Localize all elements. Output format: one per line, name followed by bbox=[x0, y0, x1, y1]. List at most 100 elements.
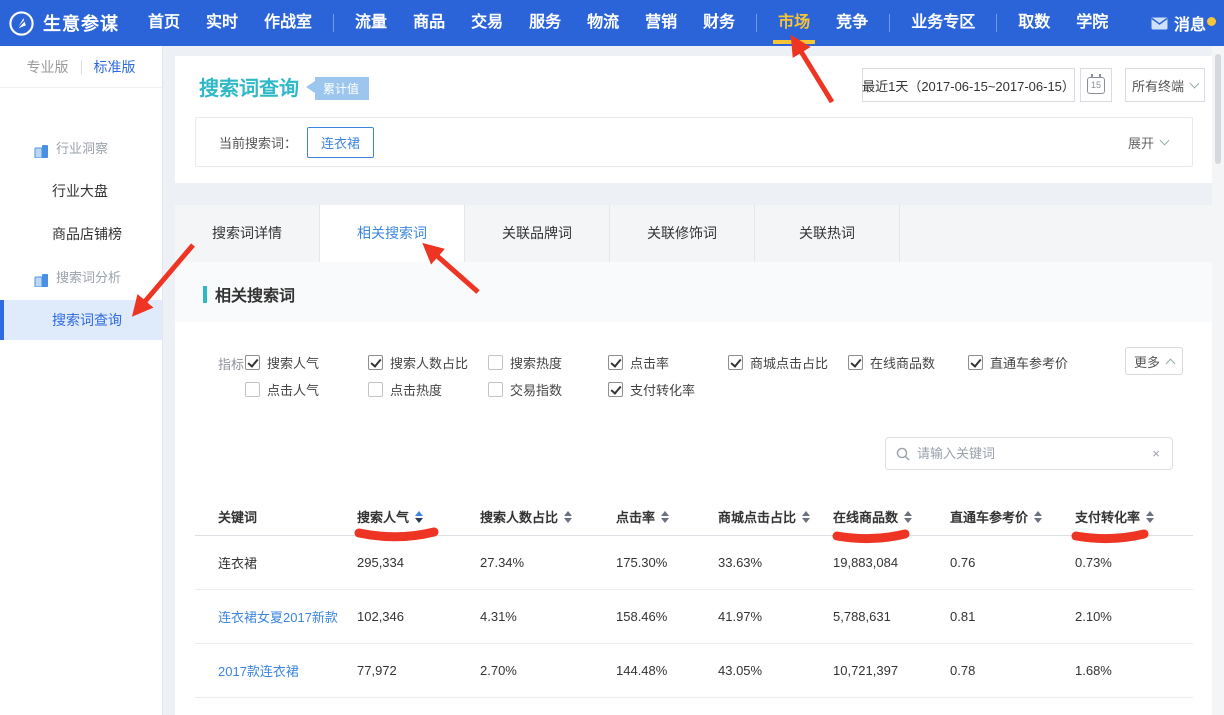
terminal-select-value: 所有终端 bbox=[1132, 76, 1184, 95]
nav-item-realtime[interactable]: 实时 bbox=[193, 0, 251, 46]
table-row: 连衣裙女夏2017新款 102,346 4.31% 158.46% 41.97%… bbox=[195, 590, 1193, 644]
keyword-link[interactable]: 2017款连衣裙 bbox=[218, 664, 299, 679]
filter-checkbox-click-heat[interactable]: 点击热度 bbox=[368, 380, 442, 398]
tab-related-search-words[interactable]: 相关搜索词 bbox=[320, 205, 465, 262]
expand-label: 展开 bbox=[1128, 133, 1154, 152]
sidebar-group-label: 搜索词分析 bbox=[56, 266, 121, 290]
sidebar-group-industry-insight: 行业洞察 bbox=[0, 137, 162, 161]
nav-divider bbox=[996, 14, 997, 32]
nav-item-data-fetch[interactable]: 取数 bbox=[1005, 0, 1063, 46]
keyword-cell: 连衣裙 bbox=[195, 553, 357, 572]
filter-checkbox-online-products[interactable]: 在线商品数 bbox=[848, 353, 935, 371]
search-icon bbox=[896, 447, 910, 461]
nav-item-market[interactable]: 市场 bbox=[765, 0, 823, 46]
keyword-link[interactable]: 连衣裙女夏2017新款 bbox=[218, 610, 338, 625]
sidebar-item-industry-overview[interactable]: 行业大盘 bbox=[0, 179, 162, 203]
value-cell: 0.78 bbox=[950, 663, 1075, 678]
filter-checkbox-search-heat[interactable]: 搜索热度 bbox=[488, 353, 562, 371]
version-tab-standard[interactable]: 标准版 bbox=[94, 57, 136, 77]
version-tab-pro[interactable]: 专业版 bbox=[27, 57, 69, 77]
value-cell: 4.31% bbox=[480, 609, 616, 624]
checkbox-label: 在线商品数 bbox=[870, 353, 935, 372]
table-header-row: 关键词 搜索人气 搜索人数占比 点击率 商城点击占比 在线商品数 直通车参考价 … bbox=[195, 498, 1193, 536]
nav-item-service[interactable]: 服务 bbox=[516, 0, 574, 46]
column-header-online-products[interactable]: 在线商品数 bbox=[833, 507, 950, 526]
filter-checkbox-click-rate[interactable]: 点击率 bbox=[608, 353, 669, 371]
filter-checkbox-mall-click-share[interactable]: 商城点击占比 bbox=[728, 353, 828, 371]
checkbox-label: 搜索热度 bbox=[510, 353, 562, 372]
nav-item-academy[interactable]: 学院 bbox=[1063, 0, 1121, 46]
nav-item-competition[interactable]: 竞争 bbox=[823, 0, 881, 46]
more-button[interactable]: 更多 bbox=[1125, 347, 1183, 375]
nav-item-goods[interactable]: 商品 bbox=[400, 0, 458, 46]
value-cell: 77,972 bbox=[357, 663, 480, 678]
expand-link[interactable]: 展开 bbox=[1128, 133, 1168, 152]
notification-dot bbox=[1207, 17, 1216, 26]
value-cell: 158.46% bbox=[616, 609, 718, 624]
clear-input-icon[interactable]: × bbox=[1150, 446, 1162, 461]
column-header-ztc-reference-price[interactable]: 直通车参考价 bbox=[950, 507, 1075, 526]
column-header-click-rate[interactable]: 点击率 bbox=[616, 507, 718, 526]
cumulative-value-badge: 累计值 bbox=[315, 77, 369, 100]
keyword-cell: 连衣裙女夏2017新款 bbox=[195, 607, 357, 626]
date-range-picker[interactable]: 最近1天（2017-06-15~2017-06-15） bbox=[862, 68, 1075, 102]
messages-button[interactable]: 消息 bbox=[1151, 11, 1224, 35]
filter-checkbox-searcher-ratio[interactable]: 搜索人数占比 bbox=[368, 353, 468, 371]
chevron-down-icon bbox=[1160, 135, 1170, 145]
section-header: 相关搜索词 bbox=[203, 282, 295, 306]
value-cell: 144.48% bbox=[616, 663, 718, 678]
checkbox-checked-icon bbox=[728, 355, 743, 370]
filter-checkbox-payment-conversion[interactable]: 支付转化率 bbox=[608, 380, 695, 398]
buildings-icon bbox=[34, 271, 49, 295]
checkbox-label: 支付转化率 bbox=[630, 380, 695, 399]
keyword-search-input[interactable] bbox=[917, 446, 1150, 461]
keyword-cell: 2017款连衣裙 bbox=[195, 661, 357, 680]
sort-icon bbox=[904, 511, 912, 523]
nav-divider bbox=[333, 14, 334, 32]
tab-related-brand-words[interactable]: 关联品牌词 bbox=[465, 205, 610, 262]
sort-icon bbox=[661, 511, 669, 523]
terminal-select[interactable]: 所有终端 bbox=[1125, 68, 1205, 102]
filter-checkbox-click-popularity[interactable]: 点击人气 bbox=[245, 380, 319, 398]
nav-item-business-zone[interactable]: 业务专区 bbox=[898, 0, 988, 46]
nav-item-logistics[interactable]: 物流 bbox=[574, 0, 632, 46]
value-cell: 0.76 bbox=[950, 555, 1075, 570]
column-header-searcher-ratio[interactable]: 搜索人数占比 bbox=[480, 507, 616, 526]
checkbox-checked-icon bbox=[245, 355, 260, 370]
value-cell: 0.73% bbox=[1075, 555, 1193, 570]
filter-checkbox-search-popularity[interactable]: 搜索人气 bbox=[245, 353, 319, 371]
nav-item-marketing[interactable]: 营销 bbox=[632, 0, 690, 46]
value-cell: 175.30% bbox=[616, 555, 718, 570]
column-header-mall-click-share[interactable]: 商城点击占比 bbox=[718, 507, 833, 526]
tab-search-word-detail[interactable]: 搜索词详情 bbox=[175, 205, 320, 262]
nav-item-home[interactable]: 首页 bbox=[135, 0, 193, 46]
value-cell: 2.70% bbox=[480, 663, 616, 678]
checkbox-label: 搜索人气 bbox=[267, 353, 319, 372]
vertical-scrollbar-track[interactable] bbox=[1212, 46, 1224, 715]
nav-item-warroom[interactable]: 作战室 bbox=[251, 0, 325, 46]
value-cell: 43.05% bbox=[718, 663, 833, 678]
tab-related-hot-words[interactable]: 关联热词 bbox=[755, 205, 900, 262]
checkbox-label: 点击人气 bbox=[267, 380, 319, 399]
brand-logo[interactable]: 生意参谋 bbox=[0, 10, 135, 37]
app-window: 生意参谋 首页 实时 作战室 流量 商品 交易 服务 物流 营销 财务 市场 竞… bbox=[0, 0, 1224, 715]
sidebar-item-label: 搜索词查询 bbox=[52, 300, 122, 340]
checkbox-label: 点击率 bbox=[630, 353, 669, 372]
version-tab-divider bbox=[81, 60, 82, 74]
vertical-scrollbar-thumb[interactable] bbox=[1215, 54, 1221, 164]
sidebar-item-product-shop-rank[interactable]: 商品店铺榜 bbox=[0, 222, 162, 246]
sidebar-item-search-word-query[interactable]: 搜索词查询 bbox=[0, 300, 162, 340]
column-header-payment-conversion[interactable]: 支付转化率 bbox=[1075, 507, 1193, 526]
tab-related-modifier-words[interactable]: 关联修饰词 bbox=[610, 205, 755, 262]
checkbox-label: 商城点击占比 bbox=[750, 353, 828, 372]
filter-checkbox-ztc-reference-price[interactable]: 直通车参考价 bbox=[968, 353, 1068, 371]
filter-checkbox-trade-index[interactable]: 交易指数 bbox=[488, 380, 562, 398]
checkbox-checked-icon bbox=[608, 355, 623, 370]
nav-item-finance[interactable]: 财务 bbox=[690, 0, 748, 46]
sort-icon bbox=[802, 511, 810, 523]
nav-item-traffic[interactable]: 流量 bbox=[342, 0, 400, 46]
section-accent-bar bbox=[203, 286, 207, 303]
calendar-button[interactable]: 15 bbox=[1080, 68, 1112, 102]
nav-item-trade[interactable]: 交易 bbox=[458, 0, 516, 46]
column-header-search-popularity[interactable]: 搜索人气 bbox=[357, 507, 480, 526]
